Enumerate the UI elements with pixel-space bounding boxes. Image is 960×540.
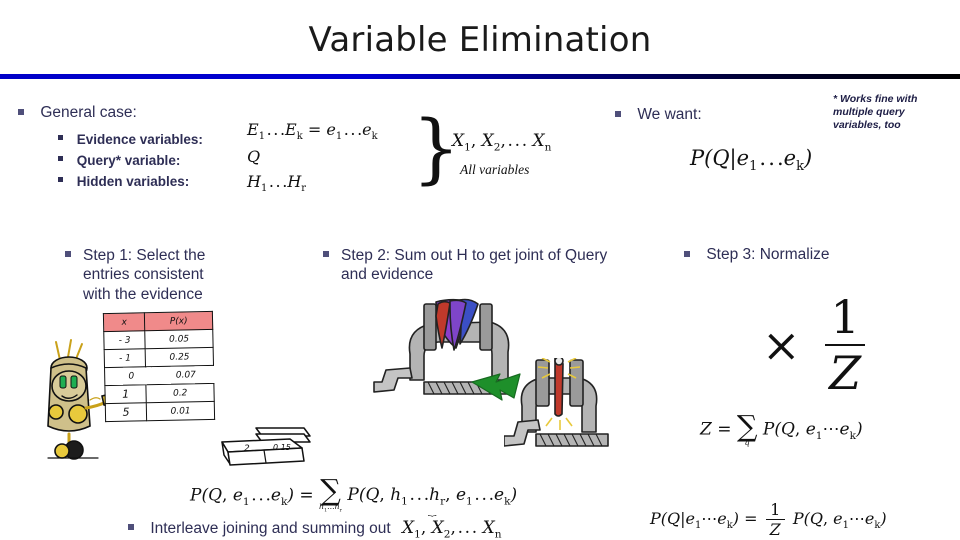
we-want-math: P(Q|e1 . . .ek) (690, 146, 813, 175)
square-bullet-icon (18, 108, 24, 115)
hidden-variables-item: Hidden variables: (58, 173, 189, 189)
table-stack-icon: 2 0.15 (221, 427, 311, 466)
square-bullet-icon (65, 251, 71, 257)
table-row: - 1 0.25 (104, 347, 214, 368)
joint-equation-math: P(Q, e1 . . .ek) = ∑ h1...hr P(Q, h1 . . … (190, 473, 518, 517)
table-header-px: P(x) (144, 311, 213, 331)
table-row: - 3 0.05 (103, 329, 214, 350)
evidence-variables-item: Evidence variables: (58, 131, 203, 147)
we-want-heading: We want: (615, 106, 702, 124)
z-definition-math: Z = ∑ q P(Q, e1⋯ek) (700, 409, 863, 447)
step-1-heading: Step 1: Select the entries consistent wi… (65, 246, 250, 304)
table-header-x: x (103, 312, 146, 332)
square-bullet-icon (58, 156, 63, 162)
table-header-row: x P(x) (103, 311, 213, 332)
square-bullet-icon (615, 110, 621, 117)
vise-clamp-compressed-icon (504, 358, 609, 447)
page-title: Variable Elimination (308, 20, 652, 60)
svg-text:0.15: 0.15 (273, 443, 291, 452)
query-footnote: * Works fine with multiple query variabl… (833, 93, 918, 132)
evidence-variables-math: E1 . . .Ek = e1 . . .ek (247, 120, 378, 143)
square-bullet-icon (128, 524, 134, 531)
square-bullet-icon (58, 135, 63, 141)
all-variables-caption: All variables (460, 162, 530, 177)
step3-normalize-factor: × 1 Z (762, 290, 866, 400)
normalize-equation-math: P(Q|e1⋯ek) = 1Z P(Q, e1⋯ek) (650, 500, 887, 539)
table-row: 5 0.01 (105, 401, 215, 422)
query-variable-item: Query* variable: (58, 152, 180, 168)
square-bullet-icon (323, 251, 329, 257)
interleave-note: Interleave joining and summing out X1, X… (128, 518, 501, 540)
title-divider (0, 74, 960, 79)
square-bullet-icon (58, 177, 63, 183)
table-row: 1 0.2 (104, 383, 215, 404)
svg-text:2: 2 (244, 444, 250, 454)
query-variable-math: Q (247, 147, 261, 166)
slide-root: Variable Elimination General case: Evide… (0, 0, 960, 540)
step-2-heading: Step 2: Sum out H to get joint of Query … (323, 246, 633, 285)
general-case-heading: General case: (18, 104, 137, 122)
interleave-math: X1, X2, . . . Xn (402, 518, 502, 540)
square-bullet-icon (684, 250, 690, 257)
step-3-heading: Step 3: Normalize (684, 246, 830, 264)
step1-probability-table: x P(x) - 3 0.05 - 1 0.25 0 0.07 1 0.2 5 (103, 311, 220, 422)
all-variables-math: X1, X2, . . . Xn (452, 131, 552, 154)
hidden-variables-math: H1 . . .Hr (247, 172, 307, 195)
table-row: 0 0.07 (110, 365, 220, 386)
